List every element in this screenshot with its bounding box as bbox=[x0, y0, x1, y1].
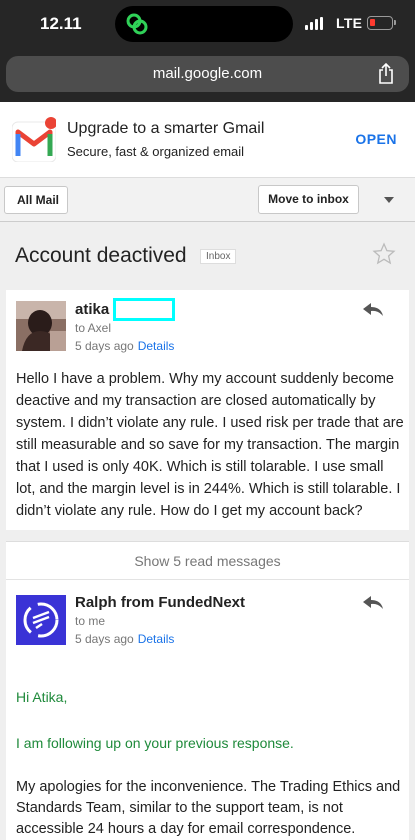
message-card: Ralph from FundedNext to me 5 days ago De… bbox=[6, 579, 409, 840]
share-icon[interactable] bbox=[377, 63, 395, 85]
message-followup: I am following up on your previous respo… bbox=[16, 735, 294, 751]
promo-subtitle: Secure, fast & organized email bbox=[67, 144, 245, 159]
status-bar: 12.11 LTE bbox=[0, 0, 415, 48]
fundednext-logo-icon bbox=[16, 595, 66, 645]
recipient-line: to Axel bbox=[75, 321, 112, 335]
sender-name[interactable]: atika bbox=[75, 301, 109, 318]
status-time: 12.11 bbox=[40, 14, 82, 33]
star-icon[interactable] bbox=[372, 242, 396, 266]
reply-icon[interactable] bbox=[362, 595, 384, 611]
battery-icon bbox=[367, 16, 396, 30]
redacted-email-box bbox=[113, 298, 175, 321]
network-label: LTE bbox=[336, 15, 363, 31]
signal-icon bbox=[305, 17, 323, 30]
recipient-line: to me bbox=[75, 614, 106, 628]
message-body: Hello I have a problem. Why my account s… bbox=[16, 371, 404, 519]
promo-title: Upgrade to a smarter Gmail bbox=[67, 120, 265, 137]
message-date: 5 days ago bbox=[75, 339, 134, 353]
message-date-line: 5 days ago Details bbox=[75, 632, 174, 646]
inbox-label-badge[interactable]: Inbox bbox=[200, 249, 237, 264]
sender-avatar bbox=[16, 301, 66, 351]
details-link[interactable]: Details bbox=[138, 339, 175, 353]
message-greeting: Hi Atika, bbox=[16, 689, 68, 705]
thread-header: Account deactived Inbox bbox=[0, 222, 415, 290]
mail-toolbar: All Mail Move to inbox bbox=[0, 178, 415, 222]
more-actions-dropdown-icon[interactable] bbox=[384, 197, 394, 203]
message-body: My apologies for the inconvenience. The … bbox=[16, 779, 401, 837]
all-mail-back-button[interactable]: All Mail bbox=[4, 186, 69, 214]
show-read-messages-button[interactable]: Show 5 read messages bbox=[6, 541, 409, 579]
browser-toolbar: mail.google.com bbox=[0, 48, 415, 102]
message-date: 5 days ago bbox=[75, 632, 134, 646]
link-icon bbox=[126, 13, 148, 35]
details-link[interactable]: Details bbox=[138, 632, 175, 646]
thread-subject: Account deactived bbox=[15, 244, 187, 267]
message-date-line: 5 days ago Details bbox=[75, 339, 174, 353]
gmail-logo-icon bbox=[12, 117, 56, 162]
gmail-app-promo: Upgrade to a smarter Gmail Secure, fast … bbox=[0, 102, 415, 178]
url-text: mail.google.com bbox=[152, 65, 263, 82]
show-read-messages-label: Show 5 read messages bbox=[134, 553, 281, 569]
sender-name[interactable]: Ralph from FundedNext bbox=[75, 594, 245, 611]
move-to-inbox-button[interactable]: Move to inbox bbox=[258, 185, 359, 214]
open-app-button[interactable]: OPEN bbox=[355, 131, 397, 147]
url-bar[interactable]: mail.google.com bbox=[6, 56, 409, 92]
reply-icon[interactable] bbox=[362, 302, 384, 318]
message-card: atika to Axel 5 days ago Details Hello I … bbox=[6, 290, 409, 530]
dynamic-island bbox=[115, 6, 293, 42]
